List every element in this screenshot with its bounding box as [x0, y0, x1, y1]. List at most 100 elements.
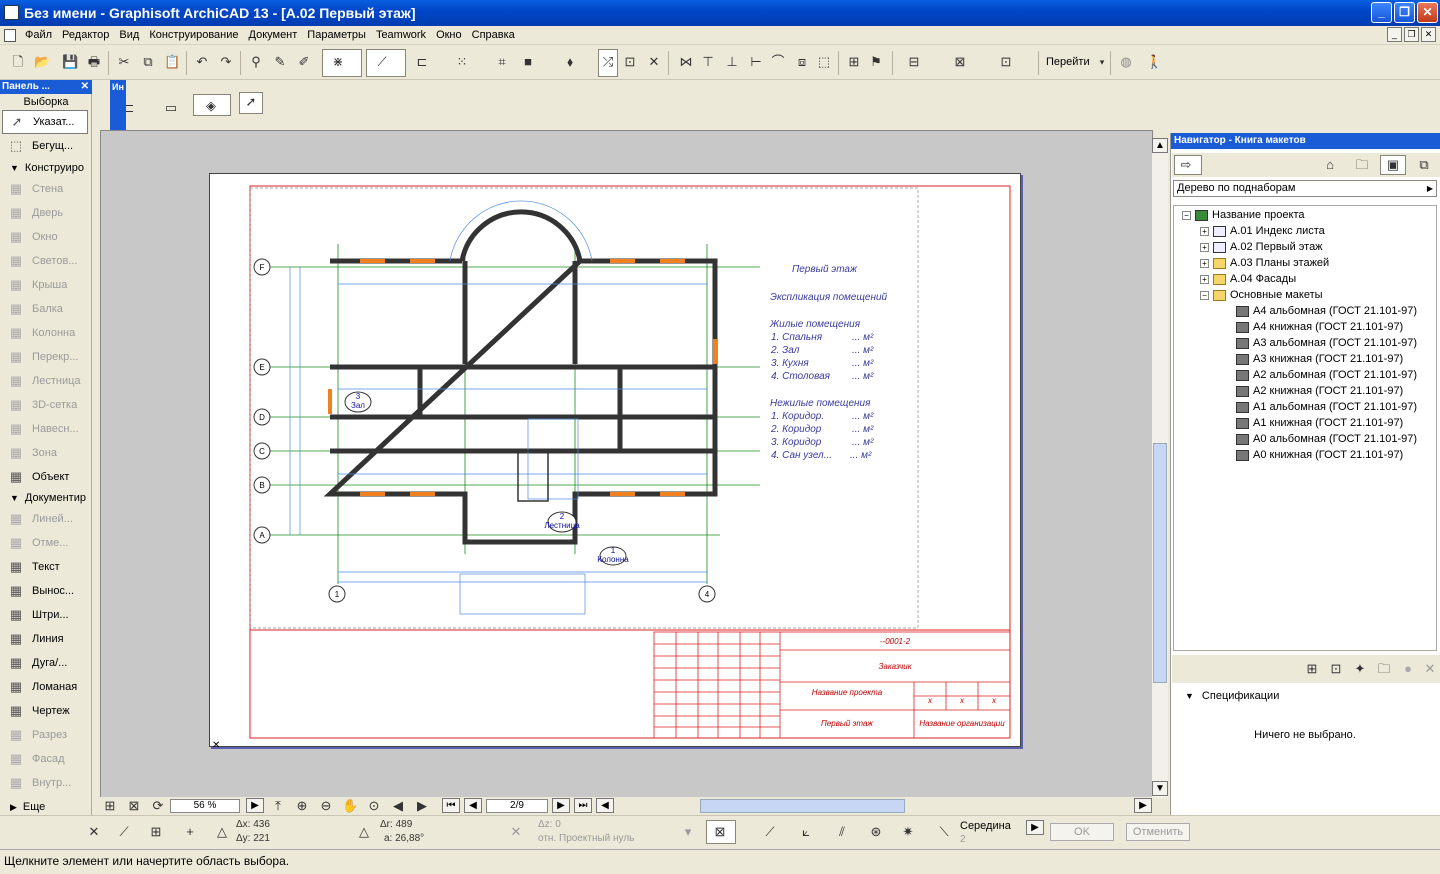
tool-text[interactable]: ▦ Текст: [2, 555, 88, 579]
brain-icon[interactable]: ◍: [1118, 54, 1134, 70]
trace-icon[interactable]: ⬧: [562, 54, 578, 70]
more-header[interactable]: ▶ Еще: [0, 798, 90, 816]
redo-icon[interactable]: ↷: [218, 54, 234, 70]
tool-object[interactable]: ▦ Объект: [2, 465, 88, 489]
scroll-left-button[interactable]: ◀: [596, 798, 614, 813]
first-page-button[interactable]: ⏮: [442, 798, 460, 813]
master-layout-item[interactable]: A1 альбомная (ГОСТ 21.101-97): [1236, 399, 1417, 415]
tool-stair[interactable]: ▦ Лестница: [2, 369, 88, 393]
tree-item[interactable]: − Основные макеты: [1200, 287, 1323, 303]
zoom-fit-icon[interactable]: ⤒: [270, 798, 286, 814]
scroll-right-button[interactable]: ▶: [1134, 798, 1152, 813]
tool-arrow[interactable]: ➚ Указат...: [2, 110, 88, 134]
ok-button[interactable]: OK: [1050, 823, 1114, 841]
dz-readout[interactable]: Δz: 0: [538, 819, 561, 830]
minimize-button[interactable]: _: [1371, 2, 1392, 23]
tool-interior[interactable]: ▦ Внутр...: [2, 771, 88, 795]
open-icon[interactable]: 📂: [34, 54, 50, 70]
undo-icon[interactable]: ↶: [194, 54, 210, 70]
design-header[interactable]: ▼ Конструиро: [0, 159, 90, 177]
3d-view-icon[interactable]: ⊠: [952, 54, 968, 70]
layer-icon[interactable]: ■: [520, 54, 536, 70]
next-page-button[interactable]: ▶: [552, 798, 570, 813]
tool-line[interactable]: ▦ Линия: [2, 627, 88, 651]
reference-readout[interactable]: отн. Проектный нуль: [538, 833, 634, 844]
info-box-handle[interactable]: Ин: [110, 80, 126, 130]
document-header[interactable]: ▼ Документир: [0, 489, 90, 507]
menu-teamwork[interactable]: Teamwork: [371, 29, 431, 41]
grid-coord-icon[interactable]: ⊞: [148, 824, 164, 840]
new-icon[interactable]: 🗋: [10, 54, 26, 70]
goto-menu[interactable]: Перейти: [1046, 56, 1090, 68]
walk-icon[interactable]: 🚶: [1146, 54, 1162, 70]
document-icon[interactable]: [4, 28, 16, 42]
tool-arc[interactable]: ▦ Дуга/...: [2, 651, 88, 675]
vertical-scrollbar[interactable]: ▲ ▼: [1152, 138, 1168, 798]
tree-item[interactable]: + A.03 Планы этажей: [1200, 255, 1329, 271]
mdi-restore-button[interactable]: ❐: [1404, 27, 1419, 42]
tool-marquee[interactable]: ⬚ Бегущ...: [2, 134, 88, 158]
offset-icon[interactable]: ⧈: [794, 54, 810, 70]
print-preview-icon[interactable]: ⊠: [126, 798, 142, 814]
close-x-icon[interactable]: ✕: [86, 824, 102, 840]
new-master-icon[interactable]: ⊡: [1328, 661, 1344, 677]
close-button[interactable]: ✕: [1417, 2, 1438, 23]
zoom-field[interactable]: 56 %: [170, 799, 240, 813]
layout-grid-icon[interactable]: ⌗: [494, 54, 510, 70]
lock-icon[interactable]: ⚑: [868, 54, 884, 70]
relative-coord-icon[interactable]: ⟋: [116, 824, 132, 840]
cut-icon[interactable]: ✂: [116, 54, 132, 70]
polar-icon[interactable]: △: [356, 824, 372, 840]
dy-readout[interactable]: Δy: 221: [236, 833, 270, 844]
paste-icon[interactable]: 📋: [164, 54, 180, 70]
delta-icon[interactable]: △: [214, 824, 230, 840]
origin-icon[interactable]: +: [182, 824, 198, 840]
goto-chevron-icon[interactable]: ▾: [1094, 54, 1110, 70]
dx-readout[interactable]: Δx: 436: [236, 819, 270, 830]
new-subset-icon[interactable]: ✦: [1352, 661, 1368, 677]
zoom-out-icon[interactable]: ⊖: [318, 798, 334, 814]
print-icon[interactable]: 🖶: [86, 54, 102, 70]
menu-document[interactable]: Документ: [244, 29, 303, 41]
eyedropper-icon[interactable]: ✎: [272, 54, 288, 70]
menu-design[interactable]: Конструирование: [144, 29, 243, 41]
tool-roof[interactable]: ▦ Крыша: [2, 273, 88, 297]
menu-options[interactable]: Параметры: [302, 29, 371, 41]
last-page-button[interactable]: ⏭: [574, 798, 592, 813]
tool-label[interactable]: ▦ Вынос...: [2, 579, 88, 603]
save-icon[interactable]: 💾: [62, 54, 78, 70]
vertical-scroll-thumb[interactable]: [1153, 443, 1167, 683]
split-icon[interactable]: ⋈: [678, 54, 694, 70]
tool-mesh[interactable]: ▦ 3D-сетка: [2, 393, 88, 417]
tool-slab[interactable]: ▦ Перекр...: [2, 345, 88, 369]
delete-icon[interactable]: ✕: [1422, 661, 1438, 677]
fillet-icon[interactable]: ⌒: [770, 54, 786, 70]
tool-column[interactable]: ▦ Колонна: [2, 321, 88, 345]
z-icon[interactable]: ✕: [508, 824, 524, 840]
syringe-icon[interactable]: ✐: [296, 54, 312, 70]
scroll-down-button[interactable]: ▼: [1152, 781, 1168, 796]
tree-item[interactable]: + A.02 Первый этаж: [1200, 239, 1323, 255]
tool-door[interactable]: ▦ Дверь: [2, 201, 88, 225]
mdi-close-button[interactable]: ✕: [1421, 27, 1436, 42]
master-layout-item[interactable]: A0 альбомная (ГОСТ 21.101-97): [1236, 431, 1417, 447]
tool-curtain-wall[interactable]: ▦ Навесн...: [2, 417, 88, 441]
mdi-minimize-button[interactable]: _: [1387, 27, 1402, 42]
midpoint-icon[interactable]: ⟍: [936, 824, 952, 840]
tree-item[interactable]: + A.01 Индекс листа: [1200, 223, 1325, 239]
rect-method-icon[interactable]: ▭: [163, 100, 179, 116]
tool-zone[interactable]: ▦ Зона: [2, 441, 88, 465]
pan-icon[interactable]: ✋: [342, 798, 358, 814]
gravity-icon[interactable]: ⊏: [414, 54, 430, 70]
zoom-in-icon[interactable]: ⊕: [294, 798, 310, 814]
plan-view-icon[interactable]: ⊟: [906, 54, 922, 70]
tool-dimension[interactable]: ▦ Линей...: [2, 507, 88, 531]
restore-button[interactable]: ❐: [1394, 2, 1415, 23]
master-layout-item[interactable]: A2 альбомная (ГОСТ 21.101-97): [1236, 367, 1417, 383]
horizontal-scroll-thumb[interactable]: [700, 799, 905, 813]
new-folder-icon[interactable]: 🗀: [1376, 661, 1392, 677]
tool-fill[interactable]: ▦ Штри...: [2, 603, 88, 627]
publisher-icon[interactable]: ⧉: [1416, 157, 1432, 173]
master-layout-item[interactable]: A1 книжная (ГОСТ 21.101-97): [1236, 415, 1403, 431]
grid-snap-icon[interactable]: ⁙: [454, 54, 470, 70]
